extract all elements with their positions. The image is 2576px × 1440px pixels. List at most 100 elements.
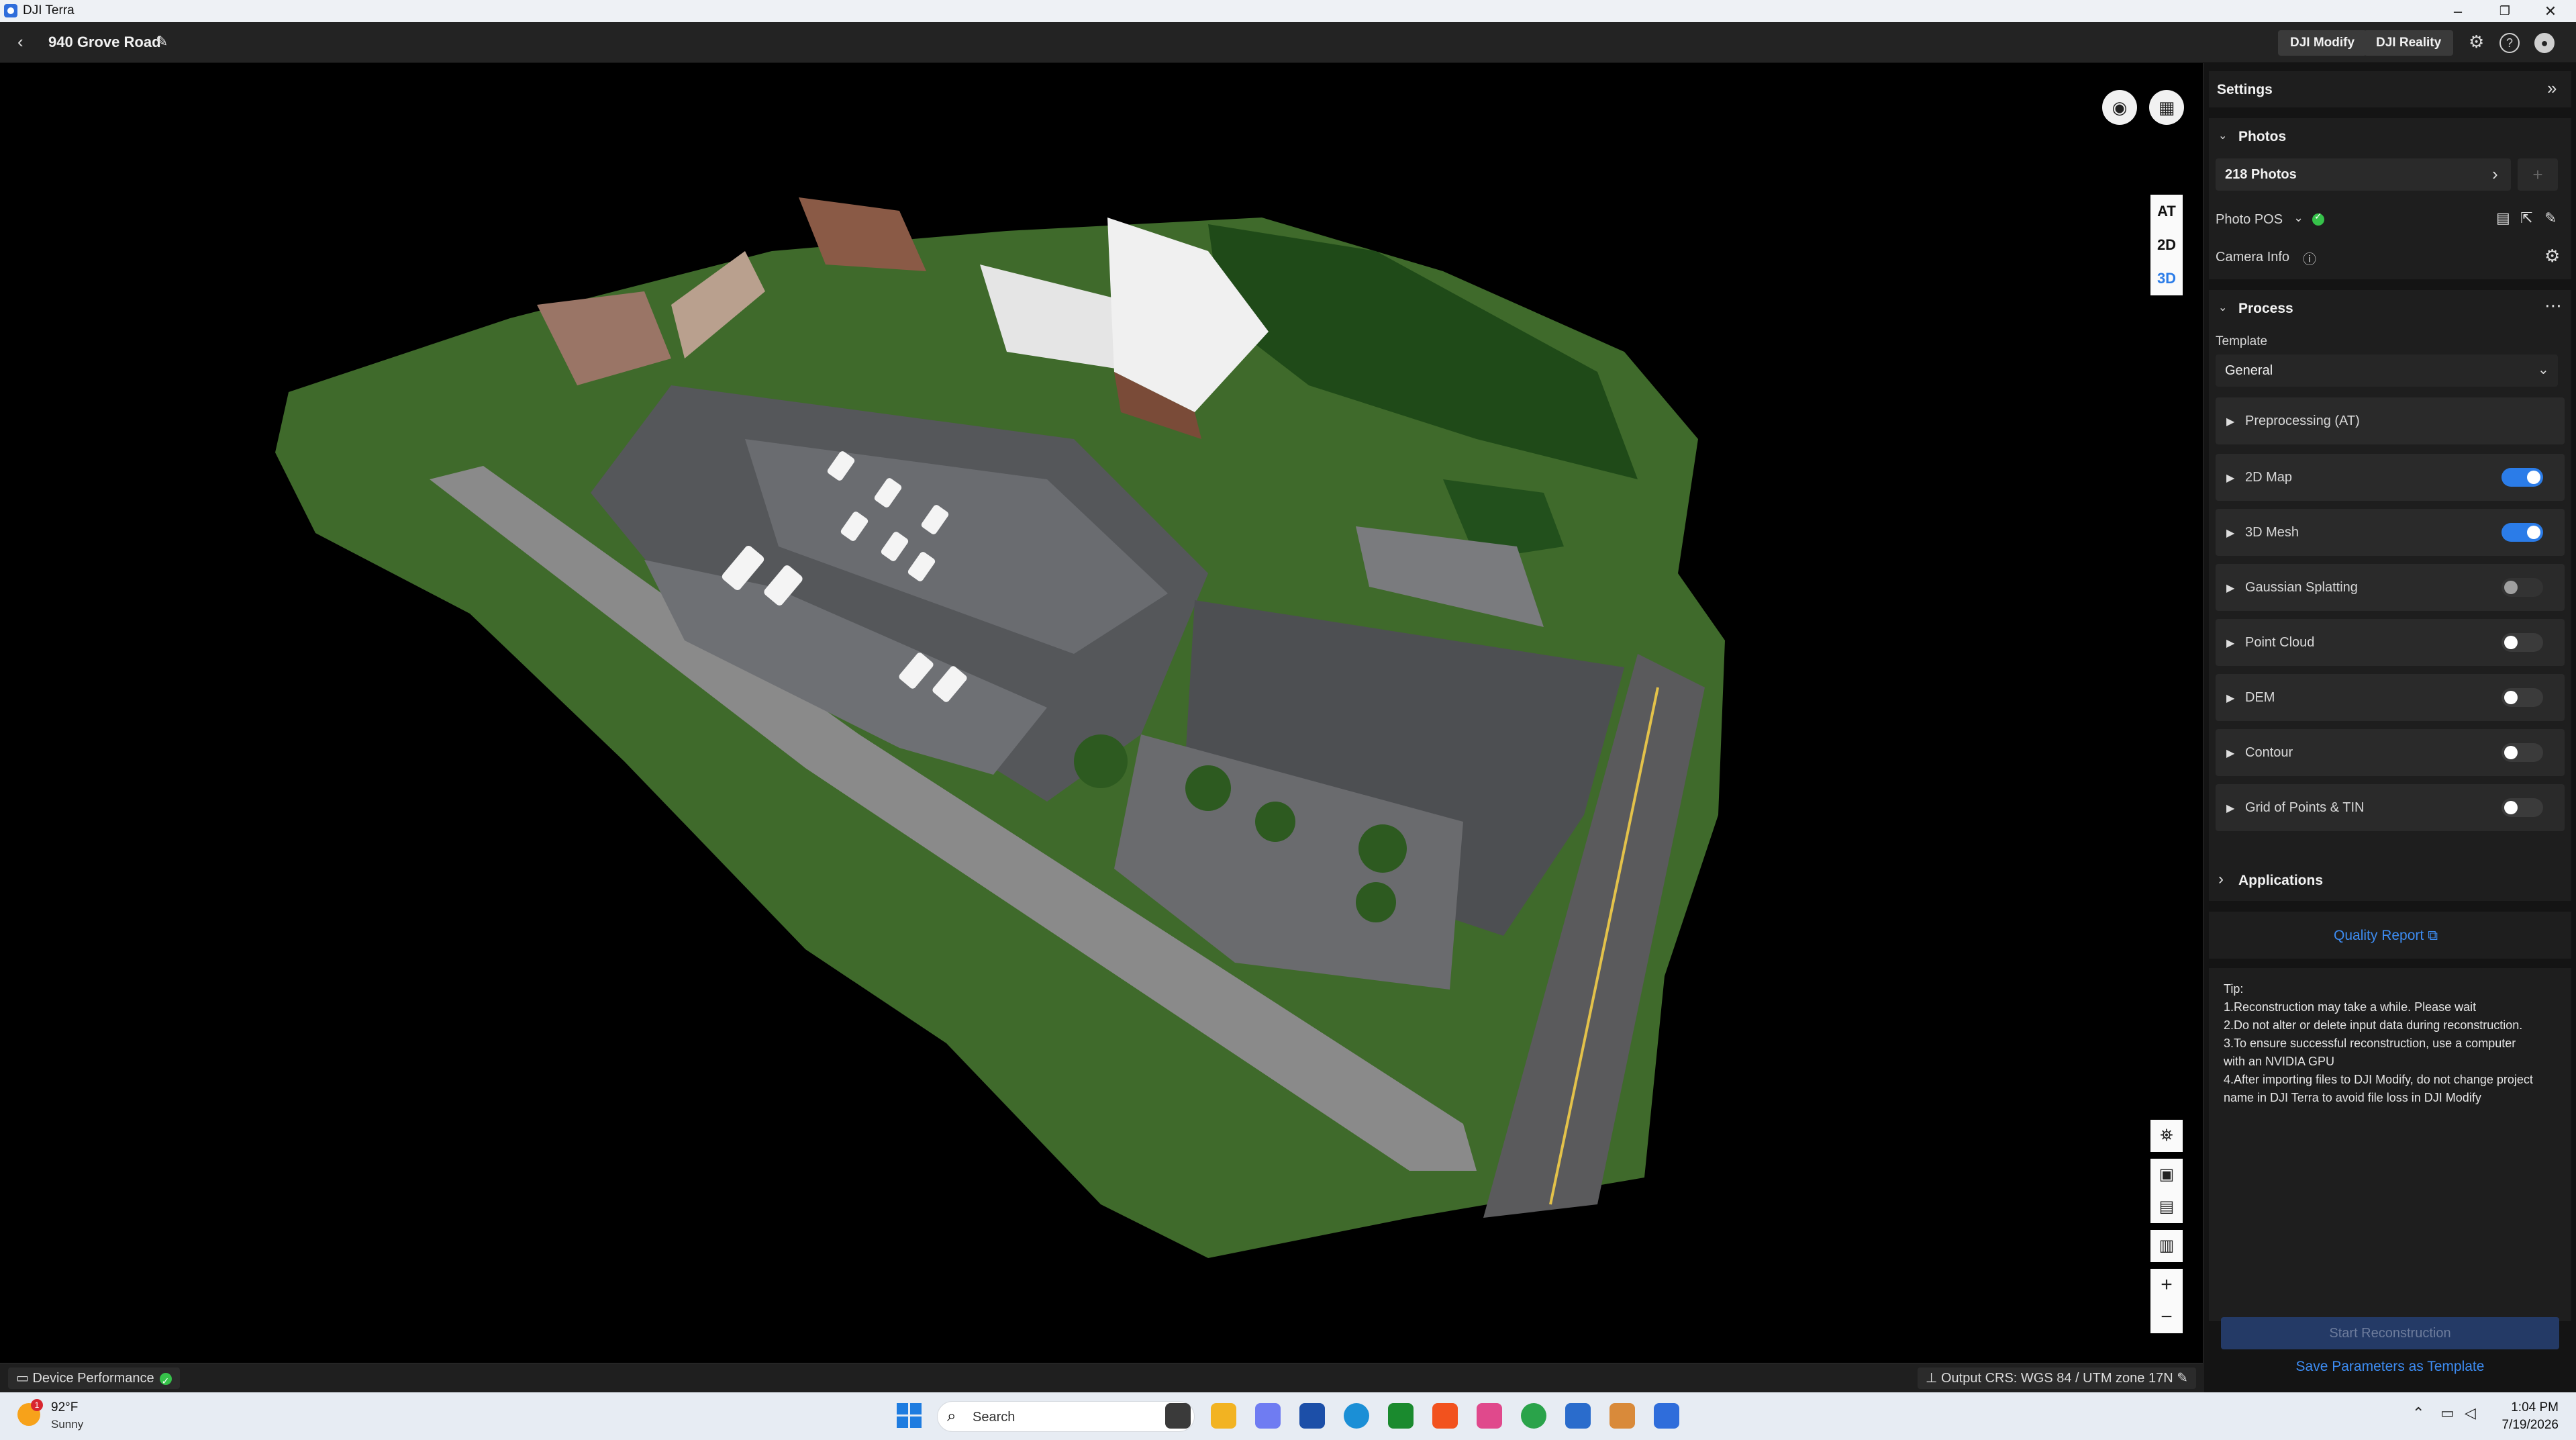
process-item-2d-map[interactable]: ▶ 2D Map — [2216, 454, 2565, 501]
tip-line: name in DJI Terra to avoid file loss in … — [2224, 1091, 2481, 1104]
process-section: ⌄ Process ⋯ Template General ⌄ ▶ Preproc… — [2209, 290, 2571, 894]
dji-modify-button[interactable]: DJI Modify — [2278, 30, 2367, 56]
gear-icon[interactable]: ⚙ — [2469, 32, 2484, 52]
instagram-icon[interactable] — [1477, 1403, 1502, 1429]
weather-description[interactable]: Sunny — [51, 1418, 83, 1431]
box-bottom-icon[interactable]: ▤ — [2150, 1191, 2183, 1223]
restore-icon[interactable]: ❐ — [2483, 0, 2526, 22]
template-select[interactable]: General ⌄ — [2216, 354, 2558, 387]
save-parameters-as-template-link[interactable]: Save Parameters as Template — [2203, 1359, 2576, 1375]
point-cloud-toggle[interactable] — [2501, 633, 2543, 652]
quality-report-link[interactable]: Quality Report ⧉ — [2334, 928, 2438, 944]
map-layers-icon[interactable]: ▦ — [2149, 90, 2184, 125]
3d-model-scene[interactable] — [0, 63, 2203, 1363]
expand-triangle-icon: ▶ — [2226, 748, 2235, 759]
task-view-icon[interactable] — [1165, 1403, 1191, 1429]
chevron-down-icon[interactable]: ⌄ — [2218, 301, 2227, 314]
building-icon[interactable]: ▥ — [2150, 1230, 2183, 1262]
measure-icon[interactable]: ⛯ — [2150, 1120, 2183, 1152]
view-mode-3d[interactable]: 3D — [2150, 262, 2183, 295]
edge-browser-icon[interactable] — [1344, 1403, 1369, 1429]
edit-icon[interactable]: ✎ — [2544, 209, 2557, 227]
crs-icon: ⊥ — [1926, 1371, 1941, 1386]
taskbar-search[interactable]: ⌕ Search — [937, 1401, 1195, 1432]
output-crs-button[interactable]: ⊥ Output CRS: WGS 84 / UTM zone 17N ✎ — [1918, 1367, 2196, 1389]
weather-badge: 1 — [31, 1399, 43, 1411]
dji-reality-button[interactable]: DJI Reality — [2364, 30, 2454, 56]
process-item-point-cloud[interactable]: ▶ Point Cloud — [2216, 619, 2565, 666]
view-mode-2d[interactable]: 2D — [2150, 228, 2183, 262]
file-explorer-icon[interactable] — [1211, 1403, 1236, 1429]
outlook-icon[interactable] — [1565, 1403, 1591, 1429]
photo-pos-label: Photo POS — [2216, 212, 2283, 227]
box-top-icon[interactable]: ▣ — [2150, 1159, 2183, 1191]
more-options-icon[interactable]: ⋯ — [2544, 295, 2562, 316]
help-icon[interactable]: ? — [2499, 33, 2520, 53]
photos-count-button[interactable]: 218 Photos › — [2216, 158, 2511, 191]
view-mode-toggle: AT 2D 3D — [2150, 195, 2183, 295]
volume-icon[interactable]: ◁ — [2465, 1404, 2476, 1422]
grid-of-points-toggle[interactable] — [2501, 798, 2543, 817]
chevron-up-icon[interactable]: ⌃ — [2412, 1404, 2424, 1422]
add-photos-button[interactable]: + — [2518, 158, 2558, 191]
2d-map-toggle[interactable] — [2501, 468, 2543, 487]
zoom-in-icon[interactable]: + — [2150, 1269, 2183, 1301]
brave-browser-icon[interactable] — [1432, 1403, 1458, 1429]
tip-line: 1.Reconstruction may take a while. Pleas… — [2224, 1000, 2477, 1014]
chrome-browser-icon[interactable] — [1521, 1403, 1546, 1429]
chevron-down-icon[interactable]: ⌄ — [2218, 129, 2227, 142]
windows-taskbar: 1 92°F Sunny ⌕ Search ⌃ ▭ ◁ 1:04 PM 7/19… — [0, 1392, 2576, 1440]
photos-title: Photos — [2238, 129, 2287, 144]
3d-viewport[interactable]: ◉ ▦ AT 2D 3D ⛯ ▣ ▤ ▥ + − — [0, 63, 2203, 1363]
tip-box: Tip: 1.Reconstruction may take a while. … — [2209, 968, 2571, 1321]
copilot-icon[interactable] — [1255, 1403, 1281, 1429]
close-icon[interactable]: ✕ — [2529, 0, 2572, 22]
minimize-icon[interactable]: – — [2436, 0, 2479, 22]
network-icon[interactable]: ▭ — [2440, 1404, 2455, 1422]
3d-mesh-toggle[interactable] — [2501, 523, 2543, 542]
weather-temperature[interactable]: 92°F — [51, 1400, 78, 1415]
info-icon[interactable]: ⓘ — [2303, 248, 2316, 268]
document-icon[interactable]: ▤ — [2496, 209, 2510, 227]
expand-triangle-icon: ▶ — [2226, 693, 2235, 704]
device-performance-button[interactable]: ▭ Device Performance — [8, 1367, 180, 1392]
camera-info-label: Camera Info — [2216, 250, 2290, 265]
process-item-grid-of-points[interactable]: ▶ Grid of Points & TIN — [2216, 784, 2565, 831]
collapse-panel-icon[interactable]: » — [2547, 78, 2557, 99]
system-date[interactable]: 7/19/2026 — [2485, 1418, 2559, 1433]
microsoft-store-icon[interactable] — [1299, 1403, 1325, 1429]
edit-crs-icon: ✎ — [2173, 1371, 2188, 1386]
process-item-dem[interactable]: ▶ DEM — [2216, 674, 2565, 721]
process-item-gaussian-splatting[interactable]: ▶ Gaussian Splatting — [2216, 564, 2565, 611]
photo-pos-dropdown-icon[interactable]: ⌄ — [2293, 211, 2303, 225]
process-item-preprocessing[interactable]: ▶ Preprocessing (AT) — [2216, 397, 2565, 444]
expand-triangle-icon: ▶ — [2226, 473, 2235, 484]
windows-start-icon[interactable] — [897, 1403, 922, 1429]
dji-terra-taskbar-icon[interactable] — [1654, 1403, 1679, 1429]
camera-icon[interactable]: ◉ — [2102, 90, 2137, 125]
window-title: DJI Terra — [23, 3, 75, 17]
process-item-contour[interactable]: ▶ Contour — [2216, 729, 2565, 776]
export-icon[interactable]: ⇱ — [2520, 209, 2532, 227]
claude-app-icon[interactable] — [1609, 1403, 1635, 1429]
gaussian-splatting-toggle[interactable] — [2501, 578, 2543, 597]
process-item-label: 3D Mesh — [2245, 525, 2299, 540]
view-mode-at[interactable]: AT — [2150, 195, 2183, 228]
start-reconstruction-button[interactable]: Start Reconstruction — [2221, 1317, 2559, 1349]
process-item-3d-mesh[interactable]: ▶ 3D Mesh — [2216, 509, 2565, 556]
applications-section[interactable]: › Applications — [2209, 861, 2571, 901]
edit-pencil-icon[interactable]: ✎ — [156, 33, 168, 50]
dem-toggle[interactable] — [2501, 688, 2543, 707]
back-arrow-icon[interactable]: ‹ — [17, 32, 23, 52]
expand-triangle-icon: ▶ — [2226, 803, 2235, 814]
contour-toggle[interactable] — [2501, 743, 2543, 762]
tip-line: 2.Do not alter or delete input data duri… — [2224, 1018, 2523, 1032]
os-title-bar: DJI Terra – ❐ ✕ — [0, 0, 2576, 22]
zoom-out-icon[interactable]: − — [2150, 1301, 2183, 1333]
user-avatar-icon[interactable]: ● — [2534, 33, 2555, 53]
camera-settings-gear-icon[interactable]: ⚙ — [2544, 246, 2560, 267]
xbox-icon[interactable] — [1388, 1403, 1414, 1429]
system-time[interactable]: 1:04 PM — [2485, 1400, 2559, 1415]
template-label: Template — [2216, 334, 2268, 348]
process-item-label: Preprocessing (AT) — [2245, 414, 2360, 428]
